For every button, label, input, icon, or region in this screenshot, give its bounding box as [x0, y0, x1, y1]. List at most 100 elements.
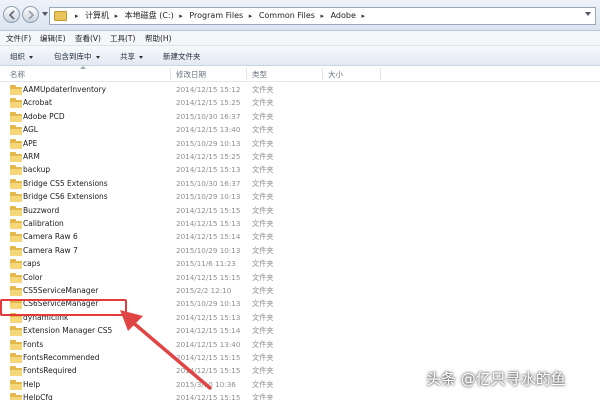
column-size[interactable]: 大小: [328, 69, 343, 80]
chevron-right-icon[interactable]: ▸: [361, 8, 365, 24]
file-date: 2015/10/29 10:13: [176, 245, 241, 255]
folder-icon: [10, 178, 22, 189]
folder-icon: [10, 366, 22, 377]
chevron-right-icon[interactable]: ▸: [249, 8, 253, 24]
file-date: 2014/12/15 15:25: [176, 98, 241, 108]
new-folder-button[interactable]: 新建文件夹: [163, 51, 201, 62]
file-date: 2014/12/15 15:25: [176, 152, 241, 161]
column-date[interactable]: 修改日期: [176, 69, 206, 80]
file-name: ARM: [23, 152, 40, 161]
file-type: 文件夹: [252, 152, 274, 161]
file-type: 文件夹: [252, 353, 274, 362]
folder-icon: [10, 259, 22, 270]
chevron-right-icon[interactable]: ▸: [179, 8, 183, 24]
file-row[interactable]: Color 2014/12/15 15:15 文件夹: [6, 272, 596, 285]
file-name: Fonts: [23, 339, 44, 349]
back-button[interactable]: [3, 6, 20, 23]
file-date: 2014/12/15 15:12: [176, 85, 241, 94]
column-divider[interactable]: [170, 68, 171, 80]
chevron-right-icon[interactable]: ▸: [115, 8, 119, 24]
chevron-down-icon[interactable]: [585, 12, 591, 16]
folder-icon: [10, 232, 22, 243]
column-divider[interactable]: [246, 68, 247, 80]
file-row[interactable]: AAMUpdaterInventory 2014/12/15 15:12 文件夹: [6, 84, 596, 97]
folder-icon: [10, 393, 22, 400]
file-row[interactable]: Fonts 2014/12/15 13:40 文件夹: [6, 339, 596, 352]
file-name: Acrobat: [23, 98, 52, 108]
file-date: 2015/10/30 16:37: [176, 178, 241, 188]
file-type: 文件夹: [252, 178, 274, 188]
file-row[interactable]: ARM 2014/12/15 15:25 文件夹: [6, 151, 596, 164]
file-type: 文件夹: [252, 379, 274, 389]
watermark: 头条 @亿只寻水的鱼: [426, 370, 566, 388]
file-name: Adobe PCD: [23, 111, 65, 121]
file-type: 文件夹: [252, 219, 274, 228]
file-type: 文件夹: [252, 205, 274, 215]
file-type: 文件夹: [252, 232, 274, 242]
file-row[interactable]: Adobe PCD 2015/10/30 16:37 文件夹: [6, 111, 596, 124]
file-type: 文件夹: [252, 165, 274, 175]
file-name: Calibration: [23, 219, 64, 228]
file-row[interactable]: Bridge CS6 Extensions 2015/10/29 10:13 文件夹: [6, 191, 596, 204]
include-in-library-button[interactable]: 包含到库中: [54, 51, 100, 62]
breadcrumb-item[interactable]: Adobe: [331, 8, 356, 24]
folder-icon: [10, 205, 22, 216]
file-date: 2015/11/6 11:23: [176, 259, 236, 269]
file-row[interactable]: Camera Raw 6 2014/12/15 15:14 文件夹: [6, 231, 596, 244]
file-row[interactable]: caps 2015/11/6 11:23 文件夹: [6, 258, 596, 271]
column-divider[interactable]: [380, 68, 381, 80]
address-input[interactable]: ▸ 计算机 ▸ 本地磁盘 (C:) ▸ Program Files ▸ Comm…: [49, 7, 596, 25]
file-type: 文件夹: [252, 299, 274, 309]
breadcrumb-item[interactable]: 本地磁盘 (C:): [125, 8, 174, 24]
breadcrumb-item[interactable]: 计算机: [85, 8, 109, 24]
column-name[interactable]: 名称: [10, 69, 25, 80]
file-name: Camera Raw 6: [23, 232, 78, 242]
menu-tools[interactable]: 工具(T): [110, 33, 135, 44]
file-name: Help: [23, 379, 41, 389]
chevron-right-icon: ▸: [75, 12, 79, 20]
file-row[interactable]: Camera Raw 7 2015/10/29 10:13 文件夹: [6, 245, 596, 258]
organize-button[interactable]: 组织: [10, 51, 33, 62]
chevron-right-icon[interactable]: ▸: [321, 8, 325, 24]
include-label: 包含到库中: [54, 52, 92, 61]
file-type: 文件夹: [252, 339, 274, 349]
annotation-arrow-icon: [120, 310, 212, 390]
file-row[interactable]: backup 2014/12/15 15:13 文件夹: [6, 164, 596, 177]
file-type: 文件夹: [252, 138, 274, 148]
share-button[interactable]: 共享: [120, 51, 143, 62]
folder-icon: [10, 111, 22, 122]
column-type[interactable]: 类型: [252, 69, 267, 80]
menu-edit[interactable]: 编辑(E): [40, 33, 66, 44]
file-name: Camera Raw 7: [23, 245, 78, 255]
file-name: CS5ServiceManager: [23, 286, 99, 295]
file-row[interactable]: AGL 2014/12/15 13:40 文件夹: [6, 124, 596, 137]
folder-icon: [10, 339, 22, 350]
menu-view[interactable]: 查看(V): [75, 33, 101, 44]
menu-bar: 文件(F) 编辑(E) 查看(V) 工具(T) 帮助(H): [0, 31, 600, 46]
menu-help[interactable]: 帮助(H): [145, 33, 172, 44]
history-dropdown-icon[interactable]: [42, 12, 48, 16]
menu-file[interactable]: 文件(F): [6, 33, 31, 44]
file-row[interactable]: FontsRecommended 2014/12/15 15:15 文件夹: [6, 352, 596, 365]
file-row[interactable]: Calibration 2014/12/15 15:13 文件夹: [6, 218, 596, 231]
forward-button[interactable]: [22, 6, 39, 23]
folder-icon: [10, 165, 22, 176]
file-name: Buzzword: [23, 205, 60, 215]
file-row[interactable]: Bridge CS5 Extensions 2015/10/30 16:37 文件夹: [6, 178, 596, 191]
file-type: 文件夹: [252, 98, 274, 108]
file-row[interactable]: Extension Manager CS5 2014/12/15 15:14 文件夹: [6, 325, 596, 338]
folder-icon: [54, 11, 67, 21]
breadcrumb-item[interactable]: Program Files: [189, 8, 243, 24]
column-divider[interactable]: [322, 68, 323, 80]
file-row[interactable]: HelpCfg 2014/12/15 15:15 文件夹: [6, 392, 596, 400]
chevron-down-icon: [29, 55, 33, 59]
file-row[interactable]: Acrobat 2014/12/15 15:25 文件夹: [6, 97, 596, 110]
arrow-left-icon: [8, 10, 15, 20]
file-type: 文件夹: [252, 111, 274, 121]
file-name: AGL: [23, 125, 38, 135]
breadcrumb-item[interactable]: Common Files: [259, 8, 315, 24]
file-row[interactable]: Buzzword 2014/12/15 15:15 文件夹: [6, 205, 596, 218]
file-row[interactable]: APE 2015/10/29 10:13 文件夹: [6, 138, 596, 151]
file-row[interactable]: CS5ServiceManager 2015/2/2 12:10 文件夹: [6, 285, 596, 298]
file-date: 2014/12/15 15:14: [176, 232, 241, 242]
